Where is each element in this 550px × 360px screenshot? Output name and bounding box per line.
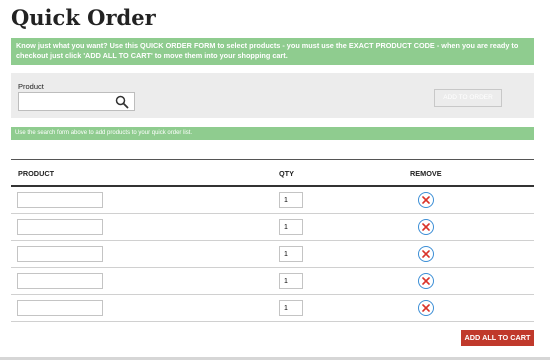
table-row	[11, 214, 534, 241]
remove-row-button[interactable]	[418, 192, 434, 208]
info-banner: Know just what you want? Use this QUICK …	[11, 38, 534, 65]
table-row	[11, 295, 534, 322]
table-row	[11, 187, 534, 214]
remove-x-icon	[422, 223, 430, 231]
remove-x-icon	[422, 304, 430, 312]
page-title: Quick Order	[11, 5, 156, 30]
product-code-field[interactable]	[17, 192, 103, 208]
table-row	[11, 268, 534, 295]
remove-x-icon	[422, 277, 430, 285]
add-to-order-button[interactable]: ADD TO ORDER	[434, 89, 502, 107]
quantity-field[interactable]	[279, 219, 303, 235]
product-label: Product	[18, 82, 44, 91]
hint-banner: Use the search form above to add product…	[11, 127, 534, 140]
search-icon[interactable]	[115, 95, 129, 109]
quantity-field[interactable]	[279, 273, 303, 289]
table-body	[11, 187, 534, 322]
column-header-qty: QTY	[279, 169, 294, 178]
product-code-field[interactable]	[17, 246, 103, 262]
remove-row-button[interactable]	[418, 273, 434, 289]
column-header-product: PRODUCT	[18, 169, 55, 178]
table-header: PRODUCT QTY REMOVE	[11, 160, 534, 187]
table-row	[11, 241, 534, 268]
add-all-to-cart-button[interactable]: ADD ALL TO CART	[461, 330, 534, 346]
quantity-field[interactable]	[279, 246, 303, 262]
product-code-field[interactable]	[17, 273, 103, 289]
remove-row-button[interactable]	[418, 300, 434, 316]
product-search-panel: Product ADD TO ORDER	[11, 73, 534, 118]
remove-x-icon	[422, 250, 430, 258]
product-code-field[interactable]	[17, 300, 103, 316]
quick-order-table: PRODUCT QTY REMOVE	[11, 159, 534, 322]
product-code-field[interactable]	[17, 219, 103, 235]
product-search-input[interactable]	[19, 93, 111, 110]
remove-row-button[interactable]	[418, 219, 434, 235]
column-header-remove: REMOVE	[410, 169, 442, 178]
product-search-box	[18, 92, 135, 111]
remove-x-icon	[422, 196, 430, 204]
quantity-field[interactable]	[279, 192, 303, 208]
remove-row-button[interactable]	[418, 246, 434, 262]
quantity-field[interactable]	[279, 300, 303, 316]
